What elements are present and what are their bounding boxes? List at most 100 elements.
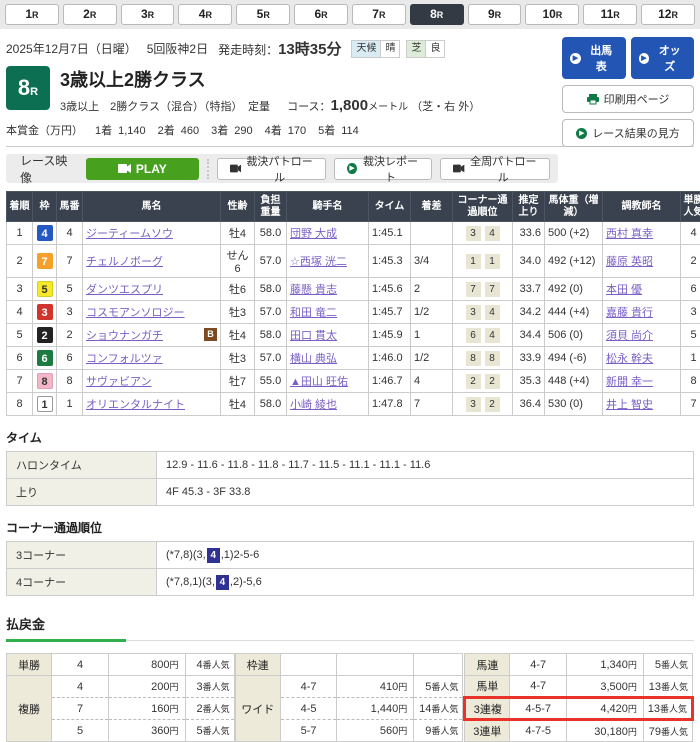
jockey-cell: ☆西塚 洸二 xyxy=(287,245,369,278)
race-conditions: 3歳以上 2勝クラス（混合）（特指） 定量 コース：1,800メートル （芝・右… xyxy=(60,97,480,114)
popularity-unit: 番人気 xyxy=(203,704,230,714)
yen-unit: 円 xyxy=(628,660,637,670)
jockey-cell: 田口 貫太 xyxy=(287,324,369,347)
race-tab-10r[interactable]: 10R xyxy=(525,4,579,25)
trainer-name-link[interactable]: 須貝 尚介 xyxy=(606,330,653,342)
trainer-name-link[interactable]: 嘉藤 貴行 xyxy=(606,307,653,319)
horse-weight: 444 (+4) xyxy=(545,301,603,324)
trainer-name-link[interactable]: 西村 真幸 xyxy=(606,228,653,240)
win-popularity: 4 xyxy=(681,222,700,245)
corner-row: 3コーナー(*7,8)(3,4,1)2-5-6 xyxy=(7,542,694,569)
entry-table-label: 出馬表 xyxy=(585,42,618,74)
jockey-name-link[interactable]: 団野 大成 xyxy=(290,228,337,240)
horse-name-link[interactable]: ショウナンガチ xyxy=(86,330,163,342)
payout-type-label: 3連単 xyxy=(465,720,510,742)
race-tab-12r[interactable]: 12R xyxy=(641,4,695,25)
jockey-name-link[interactable]: 田口 貫太 xyxy=(290,330,337,342)
payout-row: 3連複4-5-74,420円13番人気 xyxy=(465,698,693,720)
race-tab-3r[interactable]: 3R xyxy=(121,4,175,25)
entry-table-button[interactable]: ▶出馬表 xyxy=(562,37,626,79)
jockey-name-link[interactable]: ☆西塚 洸二 xyxy=(290,256,347,268)
win-popularity: 3 xyxy=(681,301,700,324)
jockey-name-link[interactable]: ▲田山 旺佑 xyxy=(290,376,348,388)
race-tab-4r[interactable]: 4R xyxy=(178,4,232,25)
horse-number: 4 xyxy=(57,222,83,245)
trainer-name-link[interactable]: 藤原 英昭 xyxy=(606,256,653,268)
popularity-unit: 番人気 xyxy=(203,660,230,670)
payout-popularity-value: 79 xyxy=(649,726,661,738)
win-popularity: 8 xyxy=(681,370,700,393)
corner-positions-cell: 34 xyxy=(453,301,513,324)
race-tab-2r[interactable]: 2R xyxy=(63,4,117,25)
payout-amount-value: 160 xyxy=(151,703,169,715)
race-tab-6r[interactable]: 6R xyxy=(294,4,348,25)
start-time-label: 発走時刻： xyxy=(218,43,278,57)
trainer-name-link[interactable]: 松永 幹夫 xyxy=(606,353,653,365)
payout-row: 馬連4-71,340円5番人気 xyxy=(465,654,693,676)
trainer-name-link[interactable]: 本田 優 xyxy=(606,284,642,296)
payout-combination: 4-7 xyxy=(510,654,567,676)
tab-suffix: R xyxy=(263,10,270,20)
jockey-name-link[interactable]: 横山 典弘 xyxy=(290,353,337,365)
race-tab-11r[interactable]: 11R xyxy=(583,4,637,25)
jockey-name-link[interactable]: 藤懸 貴志 xyxy=(290,284,337,296)
margin: 1/2 xyxy=(411,347,453,370)
horse-name-link[interactable]: コンフォルツァ xyxy=(86,353,163,365)
payout-type-label: 枠連 xyxy=(235,654,280,676)
trainer-name-link[interactable]: 新開 幸一 xyxy=(606,376,653,388)
race-tab-8r[interactable]: 8R xyxy=(410,4,464,25)
horse-name-link[interactable]: コスモアンソロジー xyxy=(86,307,185,319)
race-tab-9r[interactable]: 9R xyxy=(468,4,522,25)
race-tab-1r[interactable]: 1R xyxy=(5,4,59,25)
video-camera-icon xyxy=(230,164,241,173)
carried-weight: 58.0 xyxy=(255,278,287,301)
race-tab-5r[interactable]: 5R xyxy=(236,4,290,25)
corner-positions-cell: 77 xyxy=(453,278,513,301)
play-button[interactable]: PLAY xyxy=(86,158,198,180)
horse-name-link[interactable]: サヴァビアン xyxy=(86,376,152,388)
trainer-cell: 藤原 英昭 xyxy=(603,245,681,278)
payout-combination: 5-7 xyxy=(280,720,337,742)
finish-time: 1:46.0 xyxy=(369,347,411,370)
tab-suffix: R xyxy=(556,10,563,20)
sex-age: 牡4 xyxy=(221,393,255,416)
side-action-buttons: ▶出馬表 ▶オッズ 印刷用ページ ▶レース結果の見方 xyxy=(562,37,694,147)
popularity-unit: 番人気 xyxy=(661,727,688,737)
jockey-name-link[interactable]: 小崎 綾也 xyxy=(290,399,337,411)
results-column-header: 馬番 xyxy=(57,192,83,222)
corner-row-value: (*7,8,1)(3,4,2)-5,6 xyxy=(157,569,694,596)
popularity-unit: 番人気 xyxy=(431,726,458,736)
tab-suffix: R xyxy=(379,10,386,20)
jockey-name-link[interactable]: 和田 竜二 xyxy=(290,307,337,319)
jockey-cell: 小崎 綾也 xyxy=(287,393,369,416)
stewards-report-button[interactable]: ▶裁決レポート xyxy=(334,158,432,180)
how-to-read-button[interactable]: ▶レース結果の見方 xyxy=(562,119,694,147)
race-tab-7r[interactable]: 7R xyxy=(352,4,406,25)
arrow-circle-icon: ▶ xyxy=(347,163,357,174)
course-label: コース： xyxy=(287,101,330,113)
horse-name-link[interactable]: ジーティームソウ xyxy=(86,228,173,240)
payout-row: 枠連 xyxy=(235,654,463,676)
frame-number-badge: 8 xyxy=(37,373,53,389)
frame-cell: 4 xyxy=(33,222,57,245)
frame-number-badge: 1 xyxy=(37,396,53,412)
jockey-cell: 和田 竜二 xyxy=(287,301,369,324)
trainer-cell: 本田 優 xyxy=(603,278,681,301)
corner-position-box: 4 xyxy=(485,305,500,320)
horse-name-link[interactable]: ダンツエスプリ xyxy=(86,284,163,296)
race-tab-bar: 1R2R3R4R5R6R7R8R9R10R11R12R xyxy=(0,0,700,29)
payout-row: 単勝4800円4番人気 xyxy=(7,654,235,676)
payout-combination: 4-5 xyxy=(280,698,337,720)
trainer-name-link[interactable]: 井上 智史 xyxy=(606,399,653,411)
payout-amount-value: 410 xyxy=(380,681,398,693)
odds-button[interactable]: ▶オッズ xyxy=(631,37,695,79)
horse-name-link[interactable]: オリエンタルナイト xyxy=(86,399,185,411)
horse-name-link[interactable]: チェルノボーグ xyxy=(86,256,163,268)
race-results-table: 着順枠馬番馬名性齢負担重量騎手名タイム着差コーナー通過順位推定上り馬体重（増減）… xyxy=(6,191,700,416)
print-page-button[interactable]: 印刷用ページ xyxy=(562,85,694,113)
payout-amount: 800円 xyxy=(108,654,185,676)
payout-amount-value: 1,340 xyxy=(600,659,628,671)
all-round-patrol-button[interactable]: 全周パトロール xyxy=(440,158,550,180)
stewards-patrol-button[interactable]: 裁決パトロール xyxy=(217,158,327,180)
corner-order-pre: (*7,8,1)(3, xyxy=(166,576,215,588)
